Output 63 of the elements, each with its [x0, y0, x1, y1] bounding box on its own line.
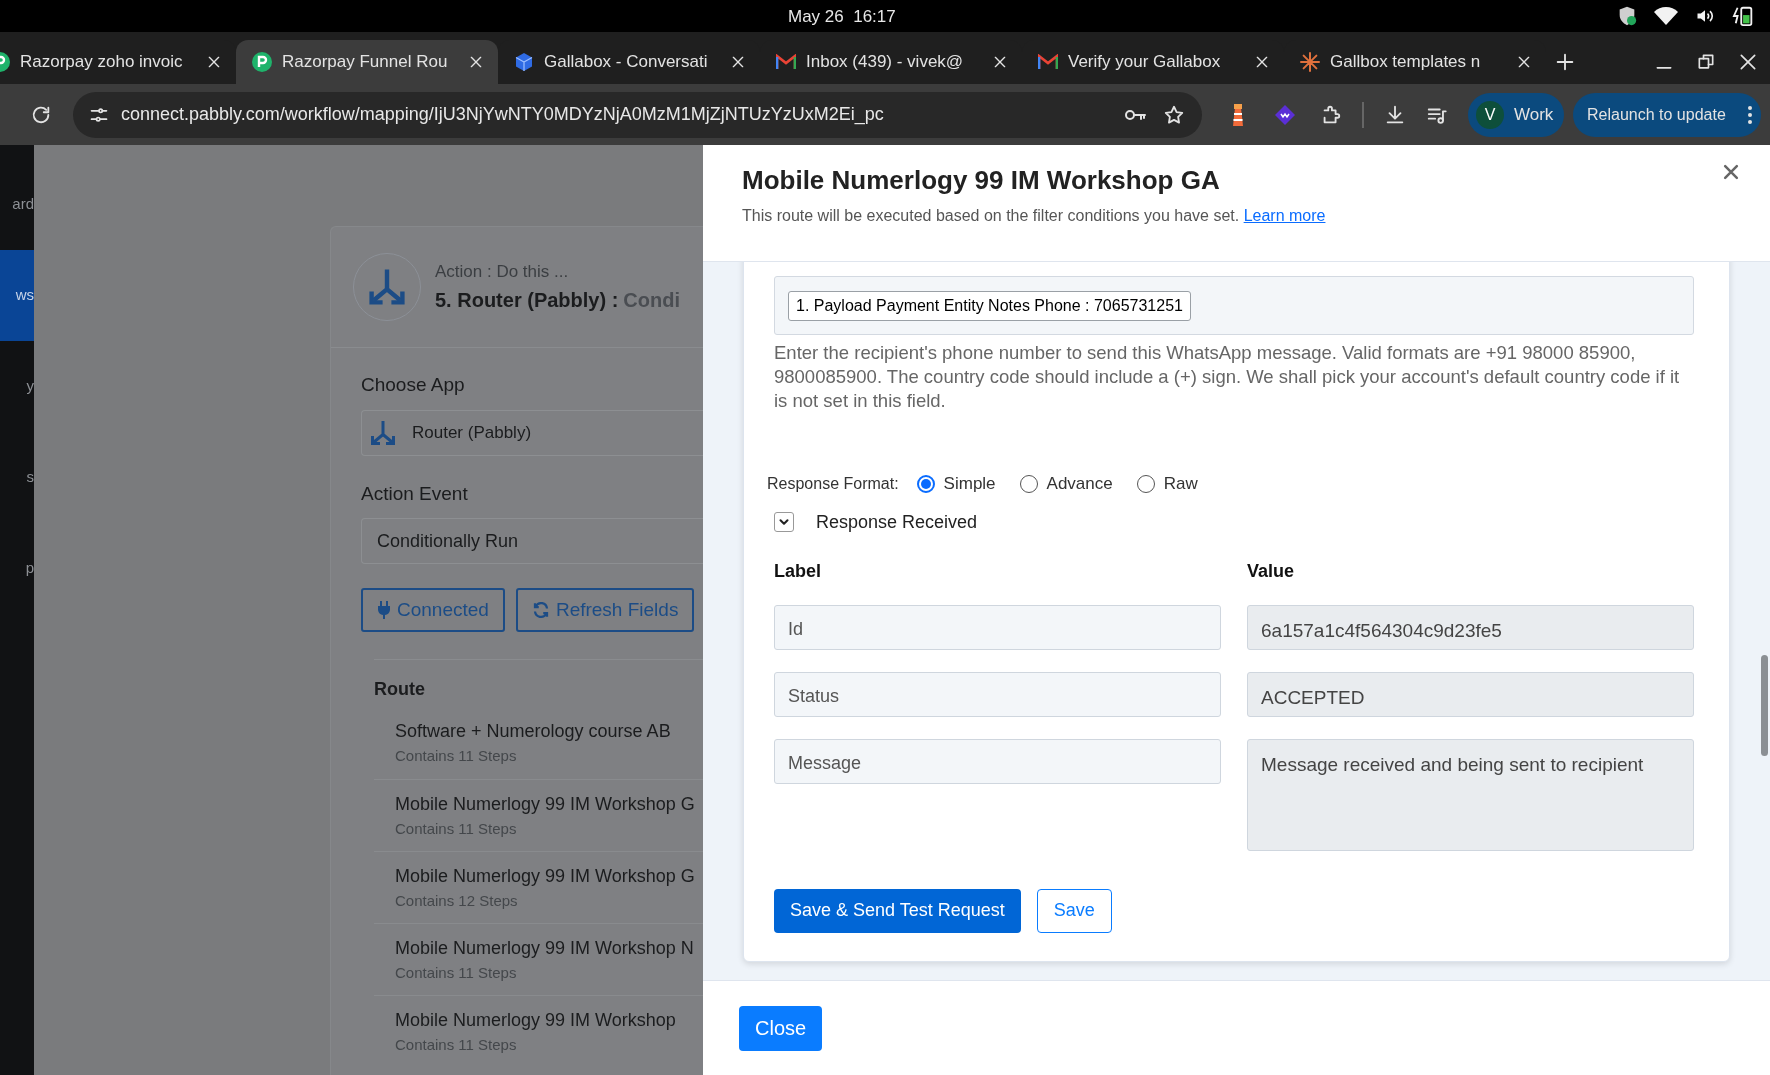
label-field[interactable]: Message: [774, 738, 1221, 784]
close-button[interactable]: Close: [739, 1005, 823, 1051]
avatar: V: [1476, 100, 1504, 129]
field-label: Choose App: [361, 373, 466, 397]
save-button[interactable]: Save: [1036, 888, 1112, 933]
chevron-down-icon[interactable]: [774, 512, 794, 532]
close-window-icon[interactable]: [1738, 52, 1758, 72]
column-header: Value: [1247, 559, 1296, 583]
tab-title: Razorpay zoho invoic: [20, 51, 184, 74]
wifi-icon: [1654, 6, 1678, 26]
tab-title: Gallbox templates n: [1330, 51, 1482, 74]
sidebar-item[interactable]: ws: [0, 250, 34, 341]
route-item[interactable]: Software + Numerology course AB Contains 11 Steps: [374, 707, 703, 779]
browser-tab[interactable]: Razorpay Funnel Rou: [236, 40, 498, 84]
favicon-icon: [1300, 52, 1320, 72]
sidebar-item[interactable]: y: [0, 341, 34, 432]
restore-icon[interactable]: [1696, 52, 1716, 72]
sidebar-item[interactable]: p: [0, 523, 34, 614]
sidebar-item[interactable]: ard: [0, 159, 34, 250]
favicon-icon: [514, 52, 534, 72]
plug-icon: [377, 601, 391, 619]
profile-label: Work: [1514, 103, 1554, 126]
value-field[interactable]: 6a157a1c4f564304c9d23fe5: [1247, 604, 1694, 650]
send-test-button[interactable]: Save & Send Test Request: [774, 888, 1021, 933]
refresh-icon: [531, 601, 550, 619]
mapped-field-tag[interactable]: 1. Payload Payment Entity Notes Phone : 7065731251: [788, 290, 1191, 321]
radio-option[interactable]: Simple: [916, 471, 996, 497]
sidebar-item[interactable]: s: [0, 432, 34, 523]
favicon-icon: [1038, 52, 1058, 72]
action-subtitle: Action : Do this ...: [435, 261, 570, 284]
route-heading: Route: [374, 678, 426, 701]
address-bar[interactable]: connect.pabbly.com/workflow/mapping/IjU3NjYwNTY0MDYzNjA0MzM1MjZjNTUzYzUxM2Ei_pc: [73, 91, 1202, 138]
action-title: 5. Router (Pabbly) :: [435, 288, 619, 311]
column-header: Label: [774, 559, 822, 583]
phone-input[interactable]: 1. Payload Payment Entity Notes Phone : 7065731251: [774, 276, 1694, 335]
modal-title: Mobile Numerlogy 99 IM Workshop GA: [742, 164, 1220, 197]
value-field[interactable]: ACCEPTED: [1247, 671, 1694, 717]
radio-button[interactable]: [916, 474, 935, 493]
response-format-label: Response Format:: [767, 473, 899, 494]
favicon-icon: [252, 52, 272, 72]
app-select[interactable]: Router (Pabbly): [361, 409, 703, 456]
help-text: Enter the recipient's phone number to send this WhatsApp message. Valid formats are +91 98000 85900, 9800085900. The country code should include a (+) sign. We shall pick your account's default country code if it is not set in this field.: [774, 341, 1681, 413]
profile-button[interactable]: V Work: [1468, 92, 1564, 137]
relaunch-button[interactable]: Relaunch to update: [1573, 92, 1761, 137]
event-select[interactable]: Conditionally Run: [361, 518, 703, 564]
label-field[interactable]: Id: [774, 604, 1221, 650]
value-field[interactable]: Message received and being sent to recipient: [1247, 738, 1694, 851]
clock: May 26 16:17: [788, 6, 896, 28]
modal-subtitle: This route will be executed based on the filter conditions you have set. Learn more: [742, 206, 1327, 226]
tab-title: Gallabox - Conversati: [544, 51, 709, 74]
radio-option[interactable]: Advance: [1019, 471, 1113, 497]
learn-more-link[interactable]: Learn more: [1243, 207, 1326, 224]
tab-title: Verify your Gallabox: [1068, 51, 1222, 74]
field-label: Action Event: [361, 481, 469, 506]
tab-title: Inbox (439) - vivek@: [806, 51, 965, 74]
url-text: connect.pabbly.com/workflow/mapping/IjU3NjYwNTY0MDYzNjA0MzM1MjZjNTUzYzUxM2Ei_pc: [121, 103, 884, 127]
tab-title: Razorpay Funnel Rou: [282, 51, 449, 74]
radio-option[interactable]: Raw: [1136, 471, 1198, 497]
label-field[interactable]: Status: [774, 671, 1221, 717]
section-title: Response Received: [816, 510, 978, 534]
favicon-icon: [776, 52, 796, 72]
more-icon[interactable]: [1745, 103, 1755, 126]
scrollbar-thumb[interactable]: [1761, 655, 1768, 756]
